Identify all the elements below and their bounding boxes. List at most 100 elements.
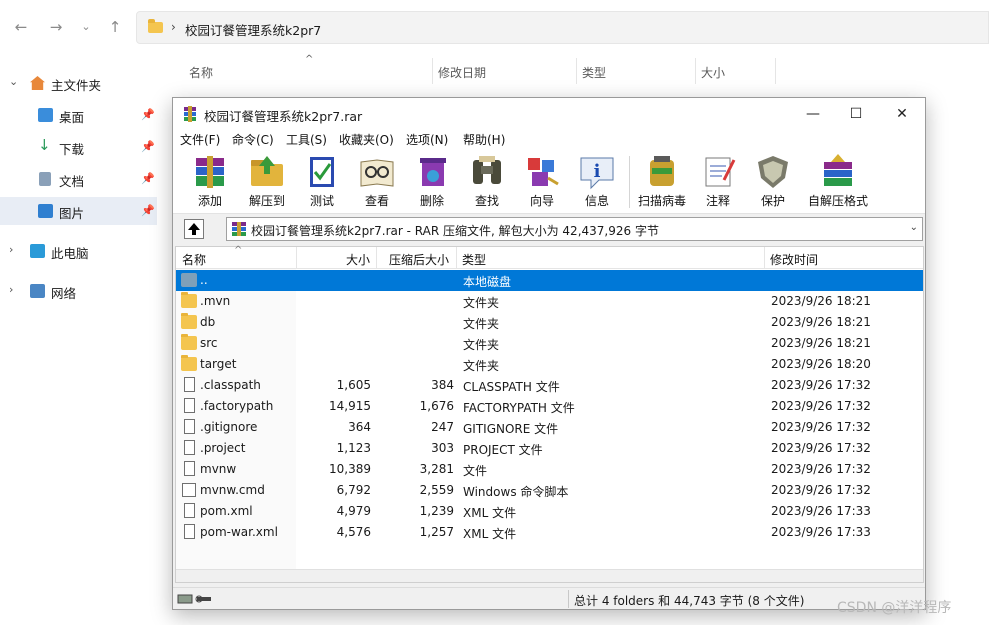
- info-icon: i: [580, 157, 614, 190]
- add-button[interactable]: 添加: [182, 152, 238, 212]
- up-arrow-icon[interactable]: ↑: [104, 16, 126, 38]
- download-icon: ↓: [38, 136, 51, 154]
- protect-button[interactable]: 保护: [745, 152, 801, 212]
- delete-button[interactable]: 删除: [404, 152, 460, 212]
- cell-name: src: [200, 336, 218, 350]
- menu-favorites[interactable]: 收藏夹(O): [339, 131, 394, 148]
- column-divider: [432, 58, 433, 84]
- cell-packed: 303: [431, 441, 454, 455]
- cell-name: .classpath: [200, 378, 261, 392]
- table-row[interactable]: pom.xml 4,979 1,239 XML 文件 2023/9/26 17:33: [176, 501, 923, 522]
- folder-icon: [181, 334, 197, 350]
- explorer-column-headers: 名称 ^ 修改日期 类型 大小: [157, 54, 989, 86]
- winrar-app-icon: [184, 106, 196, 122]
- sidebar-item-network[interactable]: › 网络: [0, 277, 157, 305]
- table-row[interactable]: .. 本地磁盘: [176, 270, 923, 291]
- extract-to-button[interactable]: 解压到: [239, 152, 295, 212]
- menu-file[interactable]: 文件(F): [180, 131, 220, 148]
- chevron-down-icon[interactable]: ⌄: [910, 222, 918, 233]
- tool-label: 查看: [364, 194, 389, 208]
- menu-tools[interactable]: 工具(S): [286, 131, 327, 148]
- table-row[interactable]: target 文件夹 2023/9/26 18:20: [176, 354, 923, 375]
- pin-icon[interactable]: 📌: [141, 204, 155, 217]
- tool-label: 信息: [584, 194, 609, 208]
- find-button[interactable]: 查找: [459, 152, 515, 212]
- tool-label: 解压到: [248, 194, 285, 208]
- table-row[interactable]: src 文件夹 2023/9/26 18:21: [176, 333, 923, 354]
- maximize-icon[interactable]: ☐: [843, 103, 869, 125]
- menu-options[interactable]: 选项(N): [406, 131, 448, 148]
- up-one-level-button[interactable]: [184, 219, 204, 239]
- menu-commands[interactable]: 命令(C): [232, 131, 274, 148]
- sidebar-item-this-pc[interactable]: › 此电脑: [0, 237, 157, 265]
- explorer-address-bar[interactable]: › 校园订餐管理系统k2pr7: [136, 11, 989, 44]
- cell-name: .mvn: [200, 294, 231, 308]
- sidebar-item-documents[interactable]: 文档 📌: [0, 165, 157, 193]
- tool-label: 查找: [474, 194, 499, 208]
- sidebar-item-home[interactable]: ⌄ 主文件夹: [0, 69, 157, 97]
- cell-name: .gitignore: [200, 420, 258, 434]
- test-button[interactable]: 测试: [294, 152, 350, 212]
- chevron-right-icon[interactable]: ›: [9, 283, 13, 296]
- table-row[interactable]: mvnw.cmd 6,792 2,559 Windows 命令脚本 2023/9/26 …: [176, 480, 923, 501]
- cell-name: pom.xml: [200, 504, 253, 518]
- sfx-button[interactable]: 自解压格式: [803, 152, 873, 212]
- sidebar-label: 桌面: [59, 110, 85, 125]
- wizard-button[interactable]: 向导: [514, 152, 570, 212]
- chevron-down-icon[interactable]: ⌄: [9, 75, 18, 88]
- tool-label: 保护: [760, 194, 785, 208]
- column-modified[interactable]: 修改日期: [438, 64, 486, 81]
- archive-path-dropdown[interactable]: 校园订餐管理系统k2pr7.rar - RAR 压缩文件, 解包大小为 42,4…: [226, 217, 923, 241]
- sidebar-item-downloads[interactable]: ↓ 下载 📌: [0, 133, 157, 161]
- column-divider: [695, 58, 696, 84]
- view-button[interactable]: 查看: [349, 152, 405, 212]
- scan-virus-button[interactable]: 扫描病毒: [634, 152, 690, 212]
- cell-type: FACTORYPATH 文件: [463, 401, 575, 415]
- cell-type: 本地磁盘: [463, 275, 512, 289]
- sidebar-item-desktop[interactable]: 桌面 📌: [0, 101, 157, 129]
- file-icon: [184, 461, 195, 476]
- table-row[interactable]: pom-war.xml 4,576 1,257 XML 文件 2023/9/26 17:…: [176, 522, 923, 543]
- table-row[interactable]: .mvn 文件夹 2023/9/26 18:21: [176, 291, 923, 312]
- folder-icon: [181, 355, 197, 371]
- horizontal-scrollbar[interactable]: [176, 569, 923, 582]
- comment-button[interactable]: 注释: [690, 152, 746, 212]
- column-type[interactable]: 类型: [462, 251, 486, 268]
- column-size[interactable]: 大小: [346, 251, 370, 268]
- sidebar-item-pictures[interactable]: 图片 📌: [0, 197, 157, 225]
- table-row[interactable]: mvnw 10,389 3,281 文件 2023/9/26 17:32: [176, 459, 923, 480]
- pictures-icon: [38, 204, 53, 218]
- column-packed[interactable]: 压缩后大小: [389, 251, 449, 268]
- pin-icon[interactable]: 📌: [141, 108, 155, 121]
- pin-icon[interactable]: 📌: [141, 172, 155, 185]
- info-button[interactable]: i 信息: [569, 152, 625, 212]
- column-modified[interactable]: 修改时间: [770, 251, 818, 268]
- status-divider: [568, 590, 569, 608]
- pin-icon[interactable]: 📌: [141, 140, 155, 153]
- column-type[interactable]: 类型: [582, 64, 606, 81]
- column-name[interactable]: 名称: [182, 251, 206, 268]
- back-arrow-icon[interactable]: ←: [10, 16, 32, 38]
- close-icon[interactable]: ✕: [889, 103, 915, 125]
- file-icon: [184, 398, 195, 413]
- table-row[interactable]: .project 1,123 303 PROJECT 文件 2023/9/26 17:3…: [176, 438, 923, 459]
- table-row[interactable]: .factorypath 14,915 1,676 FACTORYPATH 文件 202…: [176, 396, 923, 417]
- table-row[interactable]: db 文件夹 2023/9/26 18:21: [176, 312, 923, 333]
- cell-name: ..: [200, 273, 208, 287]
- cell-name: mvnw.cmd: [200, 483, 265, 497]
- cell-name: mvnw: [200, 462, 237, 476]
- minimize-icon[interactable]: —: [800, 103, 826, 125]
- title-bar[interactable]: 校园订餐管理系统k2pr7.rar — ☐ ✕: [173, 98, 925, 130]
- menu-help[interactable]: 帮助(H): [463, 131, 505, 148]
- svg-text:i: i: [594, 161, 601, 182]
- cell-size: 6,792: [336, 483, 371, 497]
- recent-chevron-icon[interactable]: ⌄: [75, 16, 97, 38]
- breadcrumb-chevron-icon: ›: [171, 20, 176, 34]
- table-row[interactable]: .gitignore 364 247 GITIGNORE 文件 2023/9/26 17…: [176, 417, 923, 438]
- chevron-right-icon[interactable]: ›: [9, 243, 13, 256]
- cell-packed: 247: [431, 420, 454, 434]
- column-name[interactable]: 名称: [189, 64, 213, 81]
- table-row[interactable]: .classpath 1,605 384 CLASSPATH 文件 2023/9/26 …: [176, 375, 923, 396]
- forward-arrow-icon[interactable]: →: [45, 16, 67, 38]
- column-size[interactable]: 大小: [701, 64, 725, 81]
